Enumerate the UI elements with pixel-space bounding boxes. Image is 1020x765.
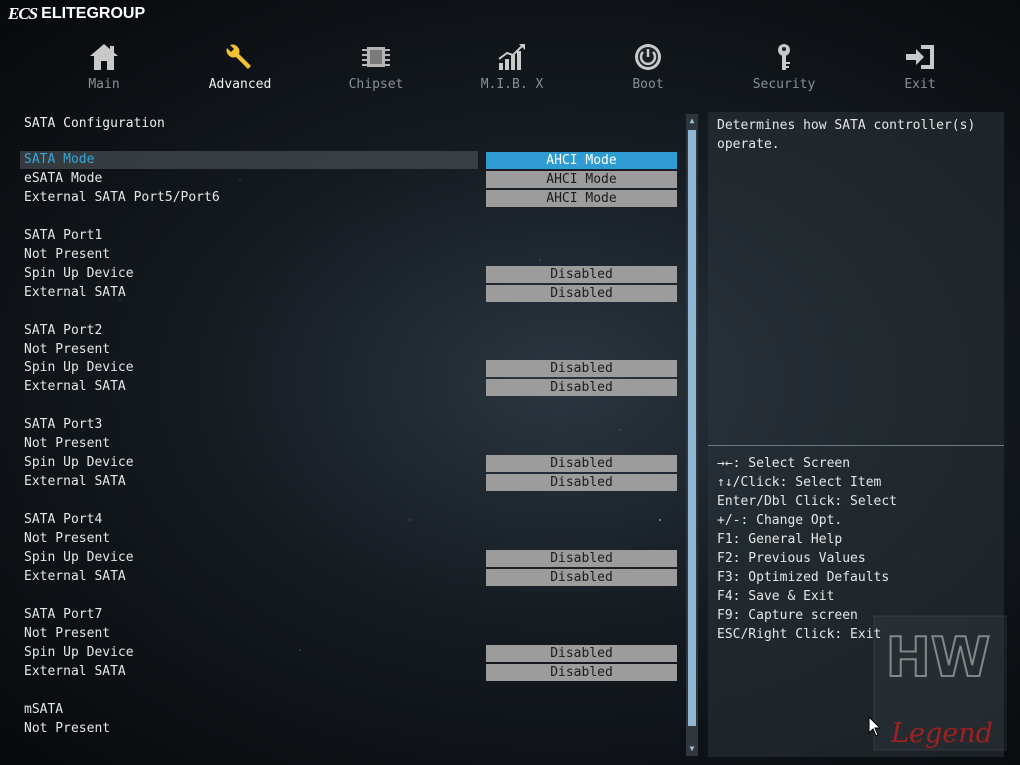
setting-row: SATA Port7 (24, 606, 103, 622)
key-icon (767, 40, 801, 74)
scrollbar[interactable]: ▲ ▼ (686, 114, 698, 756)
setting-value[interactable]: Disabled (486, 644, 677, 662)
top-nav: Main Advanced Chipset M.I.B. X Boot Secu… (36, 40, 988, 98)
tab-label: Boot (632, 77, 664, 92)
home-icon (87, 40, 121, 74)
setting-value[interactable]: AHCI Mode (486, 189, 677, 207)
setting-row: Not Present (24, 531, 111, 546)
tab-advanced[interactable]: Advanced (172, 40, 308, 98)
tab-label: Security (752, 77, 816, 92)
setting-row[interactable]: Spin Up Device (20, 265, 478, 283)
setting-row[interactable]: Spin Up Device (20, 454, 478, 472)
chart-icon (495, 40, 529, 74)
setting-row[interactable]: eSATA Mode (20, 170, 478, 188)
key-hint: ESC/Right Click: Exit (717, 627, 882, 642)
setting-value[interactable]: Disabled (486, 549, 677, 567)
setting-row: Not Present (24, 625, 111, 641)
divider (708, 445, 1004, 446)
setting-row[interactable]: External SATA (20, 663, 478, 681)
scrollbar-thumb[interactable] (688, 130, 696, 726)
setting-value[interactable]: Disabled (486, 474, 677, 492)
setting-value[interactable]: Disabled (486, 663, 677, 681)
mouse-cursor-icon (868, 716, 882, 737)
setting-row[interactable]: External SATA (20, 378, 478, 396)
key-hint: +/-: Change Opt. (717, 513, 843, 528)
setting-row[interactable]: External SATA (20, 284, 478, 302)
tab-boot[interactable]: Boot (580, 40, 716, 98)
setting-row: Not Present (24, 720, 111, 736)
key-hint: F4: Save & Exit (717, 589, 835, 604)
tab-label: Main (88, 77, 120, 92)
key-hint: F3: Optimized Defaults (717, 570, 890, 585)
brand: ECS ELITEGROUP (8, 4, 145, 24)
power-icon (631, 40, 665, 74)
tab-label: Advanced (208, 77, 272, 92)
section-title: SATA Configuration (24, 116, 165, 131)
setting-value[interactable]: Disabled (486, 265, 677, 283)
setting-row[interactable]: SATA Mode (20, 151, 478, 169)
brand-name: ELITEGROUP (41, 5, 146, 22)
setting-row: mSATA (24, 701, 64, 717)
setting-row[interactable]: External SATA Port5/Port6 (20, 189, 478, 207)
key-hint: F1: General Help (717, 532, 843, 547)
key-hint: F2: Previous Values (717, 551, 866, 566)
setting-value[interactable]: Disabled (486, 568, 677, 586)
help-panel: Determines how SATA controller(s) operat… (708, 112, 1004, 757)
scroll-down-icon[interactable]: ▼ (686, 743, 698, 755)
setting-row: Not Present (24, 341, 111, 357)
key-hint: →←: Select Screen (717, 456, 851, 471)
setting-value[interactable]: Disabled (486, 284, 677, 302)
help-text: Determines how SATA controller(s) operat… (717, 118, 976, 152)
setting-value[interactable]: Disabled (486, 360, 677, 378)
key-legend: →←: Select Screen ↑↓/Click: Select Item … (717, 454, 897, 644)
tab-label: Exit (904, 77, 936, 92)
setting-value[interactable]: Disabled (486, 379, 677, 397)
setting-value[interactable]: AHCI Mode (486, 170, 677, 188)
setting-row: Not Present (24, 436, 111, 452)
setting-row: Not Present (24, 246, 111, 262)
setting-row: SATA Port3 (24, 417, 103, 433)
tab-chipset[interactable]: Chipset (308, 40, 444, 98)
tab-mib-x[interactable]: M.I.B. X (444, 40, 580, 98)
setting-row[interactable]: Spin Up Device (20, 644, 478, 662)
setting-value[interactable]: AHCI Mode (486, 152, 677, 169)
setting-row: SATA Port2 (24, 322, 103, 338)
key-hint: Enter/Dbl Click: Select (717, 494, 898, 509)
setting-row[interactable]: External SATA (20, 568, 478, 586)
ecs-logo: ECS (8, 4, 38, 23)
setting-value[interactable]: Disabled (486, 455, 677, 473)
scroll-up-icon[interactable]: ▲ (686, 115, 698, 127)
key-hint: F9: Capture screen (717, 608, 858, 623)
key-hint: ↑↓/Click: Select Item (717, 475, 882, 490)
tab-label: Chipset (348, 77, 404, 92)
tab-security[interactable]: Security (716, 40, 852, 98)
tab-main[interactable]: Main (36, 40, 172, 98)
setting-row[interactable]: Spin Up Device (20, 549, 478, 567)
chip-icon (359, 40, 393, 74)
setting-row: SATA Port1 (24, 227, 103, 243)
wrench-icon (223, 40, 257, 74)
tab-label: M.I.B. X (480, 77, 544, 92)
tab-exit[interactable]: Exit (852, 40, 988, 98)
setting-row[interactable]: External SATA (20, 473, 478, 491)
setting-row[interactable]: Spin Up Device (20, 359, 478, 377)
exit-icon (903, 40, 937, 74)
setting-row: SATA Port4 (24, 512, 103, 528)
